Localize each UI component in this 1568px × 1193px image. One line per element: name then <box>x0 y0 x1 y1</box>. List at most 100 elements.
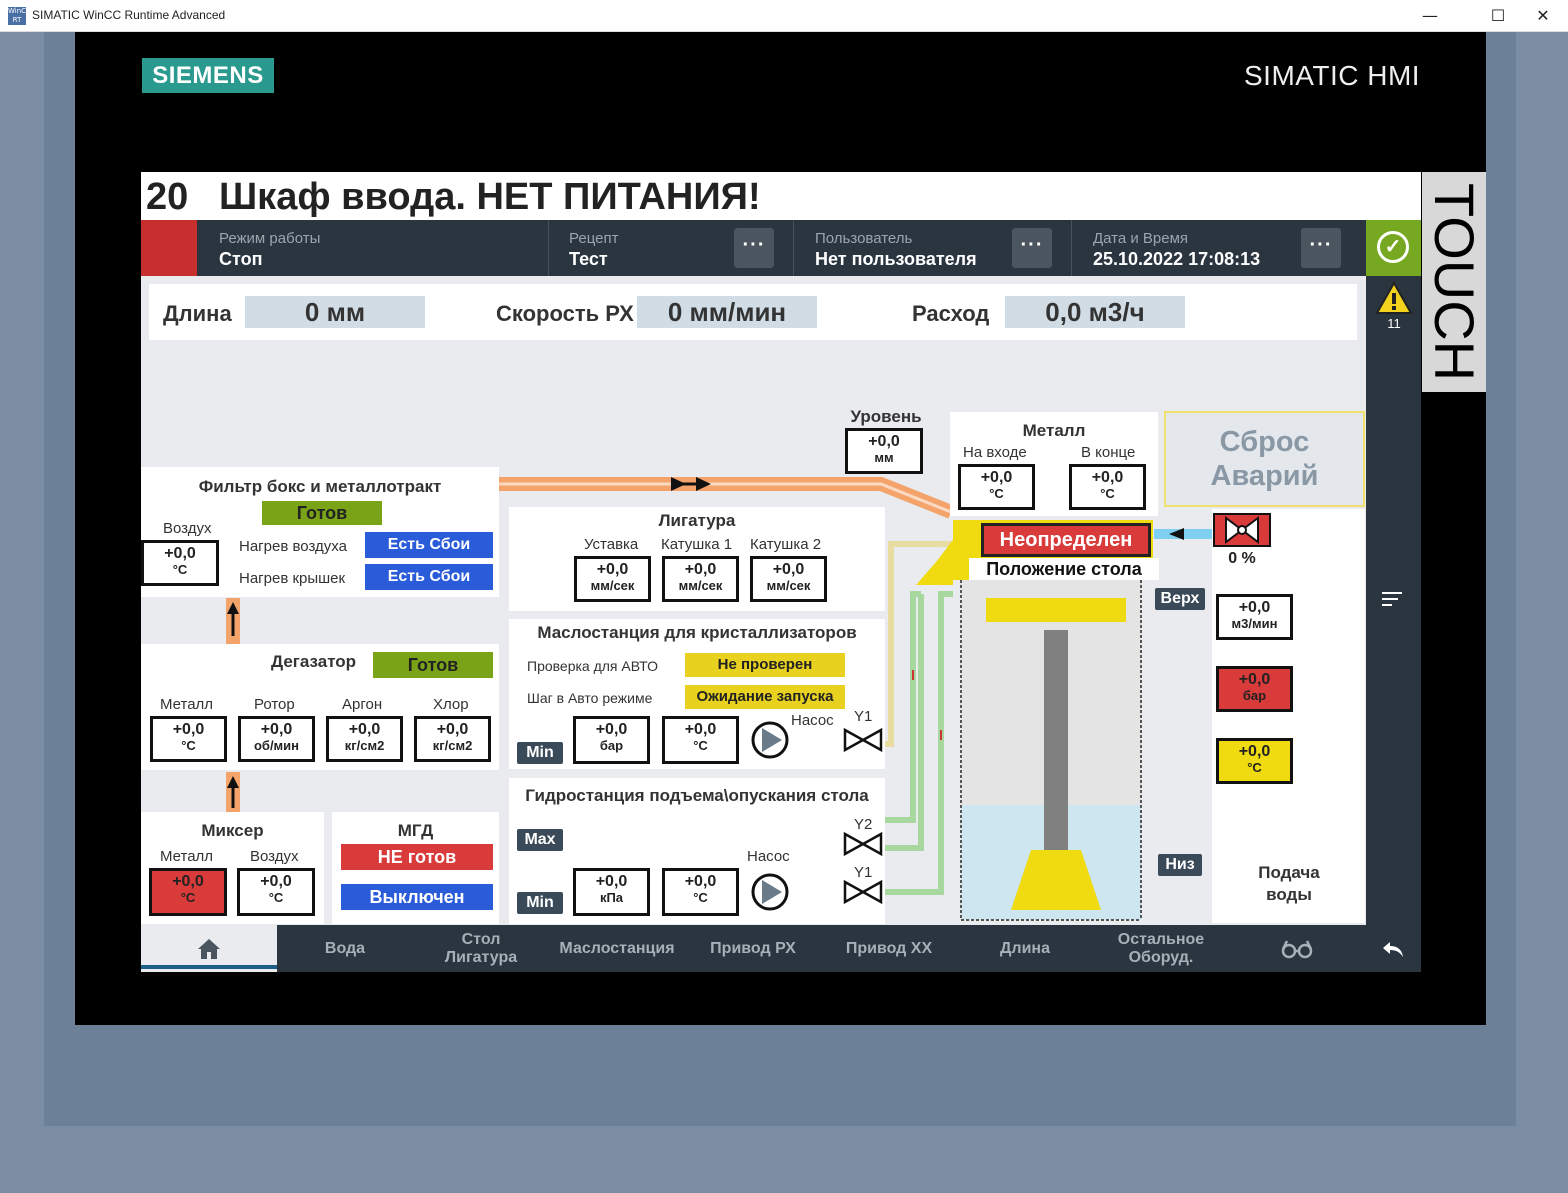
table-status: Неопределен <box>981 523 1151 557</box>
water-pressure-value[interactable]: +0,0 бар <box>1216 666 1293 712</box>
level-label: Уровень <box>850 407 922 426</box>
glasses-icon <box>1281 939 1313 958</box>
check-icon: ✓ <box>1377 231 1409 263</box>
window-title: SIMATIC WinCC Runtime Advanced <box>32 8 226 22</box>
oil-min-indicator: Min <box>517 742 563 764</box>
warning-count: 11 <box>1387 316 1401 331</box>
hydro-valve-y1-icon[interactable] <box>843 878 883 906</box>
filter-title: Фильтр бокс и металлотракт <box>198 477 442 496</box>
heat-air-label: Нагрев воздуха <box>239 538 347 555</box>
oil-pump-icon[interactable] <box>745 720 795 760</box>
oil-valve-icon[interactable] <box>843 726 883 754</box>
auto-step-label: Шаг в Авто режиме <box>527 690 653 706</box>
touch-label: TOUCH <box>1422 172 1486 392</box>
ligature-title: Лигатура <box>658 511 736 530</box>
degasser-argon-value[interactable]: +0,0 кг/см2 <box>326 716 403 762</box>
table-top-indicator: Верх <box>1155 588 1205 610</box>
close-button[interactable]: ✕ <box>1520 0 1566 31</box>
window-titlebar <box>0 0 1568 32</box>
mode-value: Стоп <box>219 249 263 269</box>
nav-table-ligature[interactable]: Стол Лигатура <box>413 925 549 972</box>
alarm-text: Шкаф ввода. НЕТ ПИТАНИЯ! <box>219 176 761 218</box>
home-icon <box>198 938 220 959</box>
nav-other-equipment[interactable]: Остальное Оборуд. <box>1093 925 1229 972</box>
speed-label: Скорость РХ <box>496 301 634 326</box>
degasser-chlorine-value[interactable]: +0,0 кг/см2 <box>414 716 491 762</box>
filter-air-value[interactable]: +0,0 °C <box>141 540 219 586</box>
hydro-valve-y2-icon[interactable] <box>843 830 883 858</box>
siemens-logo: SIEMENS <box>142 58 274 93</box>
level-value[interactable]: +0,0 мм <box>845 428 923 474</box>
alarm-number: 20 <box>146 176 189 218</box>
user-more-button[interactable]: ··· <box>1012 228 1052 268</box>
water-temp-value[interactable]: +0,0 °C <box>1216 738 1293 784</box>
water-valve-percent: 0 % <box>1228 550 1256 567</box>
hydro-title: Гидростанция подъема\опускания стола <box>525 786 869 805</box>
metal-out-label: В конце <box>1081 444 1136 461</box>
nav-oil-station[interactable]: Маслостанция <box>549 925 685 972</box>
water-panel <box>1212 509 1365 923</box>
reset-alarms-button[interactable]: Сброс Аварий <box>1164 411 1365 507</box>
oil-temp-value[interactable]: +0,0 °C <box>662 716 739 764</box>
degasser-metal-value[interactable]: +0,0 °C <box>150 716 227 762</box>
degasser-rotor-label: Ротор <box>254 696 295 713</box>
nav-drive-xx[interactable]: Привод ХХ <box>821 925 957 972</box>
table-position-label: Положение стола <box>969 558 1159 580</box>
water-flow-value[interactable]: +0,0 м3/мин <box>1216 594 1293 640</box>
table-bottom-indicator: Низ <box>1158 854 1202 876</box>
nav-water[interactable]: Вода <box>277 925 413 972</box>
oil-title: Маслостанция для кристаллизаторов <box>537 623 857 642</box>
metal-in-value[interactable]: +0,0 °C <box>958 464 1035 510</box>
nav-glasses-button[interactable] <box>1229 925 1365 972</box>
hydro-min-indicator: Min <box>517 892 563 914</box>
app-icon: WinCC RT <box>8 7 31 25</box>
maximize-button[interactable]: ☐ <box>1475 0 1521 31</box>
mixer-metal-value[interactable]: +0,0 °C <box>149 868 227 916</box>
heat-air-status: Есть Сбои <box>365 532 493 558</box>
water-valve-icon[interactable] <box>1212 512 1272 548</box>
length-value: 0 мм <box>245 296 425 328</box>
back-arrow-icon <box>1383 941 1403 957</box>
hydro-max-indicator: Max <box>517 829 563 851</box>
warning-icon[interactable] <box>1374 280 1414 316</box>
metal-out-value[interactable]: +0,0 °C <box>1069 464 1146 510</box>
recipe-more-button[interactable]: ··· <box>734 228 774 268</box>
nav-drive-rx[interactable]: Привод РХ <box>685 925 821 972</box>
length-label: Длина <box>163 301 232 326</box>
recipe-caption: Рецепт <box>569 230 619 247</box>
user-caption: Пользователь <box>815 230 913 247</box>
filter-status: Готов <box>262 501 382 525</box>
degasser-metal-label: Металл <box>160 696 214 713</box>
datetime-more-button[interactable]: ··· <box>1301 228 1341 268</box>
oil-pump-label: Насос <box>791 712 834 729</box>
flow-value: 0,0 м3/ч <box>1005 296 1185 328</box>
mixer-air-value[interactable]: +0,0 °C <box>237 868 315 916</box>
hydro-pressure-value[interactable]: +0,0 кПа <box>573 868 650 916</box>
mixer-title: Миксер <box>201 821 264 840</box>
mixer-metal-label: Металл <box>160 848 214 865</box>
hydro-temp-value[interactable]: +0,0 °C <box>662 868 739 916</box>
degasser-rotor-value[interactable]: +0,0 об/мин <box>238 716 315 762</box>
nav-length[interactable]: Длина <box>957 925 1093 972</box>
mixer-air-label: Воздух <box>250 848 299 865</box>
hydro-pump-icon[interactable] <box>745 872 795 912</box>
ligature-coil2-value[interactable]: +0,0 мм/сек <box>750 556 827 602</box>
degasser-argon-label: Аргон <box>342 696 383 713</box>
hydro-pump-label: Насос <box>747 848 790 865</box>
header-separator <box>793 220 794 276</box>
hmi-screen: 20 Шкаф ввода. НЕТ ПИТАНИЯ! Режим работы… <box>141 172 1421 972</box>
degasser-chlorine-label: Хлор <box>433 696 469 713</box>
oil-pressure-value[interactable]: +0,0 бар <box>573 716 650 764</box>
water-supply-label: Подача воды <box>1258 863 1320 904</box>
mode-caption: Режим работы <box>219 230 321 247</box>
heat-lid-label: Нагрев крышек <box>239 570 346 587</box>
ligature-coil2-label: Катушка 2 <box>750 536 822 553</box>
auto-step-status: Ожидание запуска <box>685 685 845 709</box>
degasser-title: Дегазатор <box>271 652 357 671</box>
minimize-button[interactable]: — <box>1407 0 1453 31</box>
ligature-coil1-value[interactable]: +0,0 мм/сек <box>662 556 739 602</box>
menu-icon[interactable] <box>1382 592 1404 610</box>
heat-lid-status: Есть Сбои <box>365 564 493 590</box>
ligature-setpoint-value[interactable]: +0,0 мм/сек <box>574 556 651 602</box>
nav-back-button[interactable] <box>1365 925 1421 972</box>
